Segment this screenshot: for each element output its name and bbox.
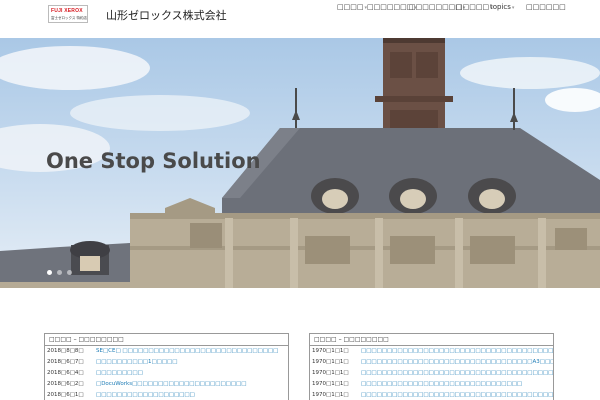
nav-item-topics[interactable]: topics▾ <box>490 3 514 11</box>
nav-item-4[interactable]: □□□□□▾ <box>456 3 493 11</box>
news-row: 2018□6□2□ □DocuWorks□□□□□□□□□□□□□□□□□□□□… <box>45 379 288 390</box>
news-link[interactable]: □DocuWorks□□□□□□□□□□□□□□□□□□□□□□ <box>96 379 246 390</box>
news-date: 1970□1□1□ <box>312 348 349 354</box>
site-header: FUJI XEROX 富士ゼロックス 特約店 山形ゼロックス株式会社 □□□□▾… <box>0 0 600 38</box>
news-link[interactable]: □□□□□□□□□ <box>96 368 143 379</box>
news-date: 2018□6□7□ <box>47 359 84 365</box>
news-row: 1970□1□1□ □□□□□□□□□□□□□□□□□□□□□□□□□□□□□□… <box>310 379 553 390</box>
news-row: 1970□1□1□ □□□□□□□□□□□□□□□□□□□□□□□□□□□□□□… <box>310 368 553 379</box>
news-link[interactable]: □□□□□□□□□□□□□□□□□□□□□□□□□□□□□□□ <box>361 379 522 390</box>
fuji-xerox-logo[interactable]: FUJI XEROX 富士ゼロックス 特約店 <box>48 5 88 23</box>
news-row: 1970□1□1□ □□□□□□□□□□□□□□□□□□□□□□□□□□□□□□… <box>310 390 553 400</box>
hero-slider: One Stop Solution <box>0 38 600 288</box>
chevron-down-icon: ▾ <box>511 5 515 11</box>
news-link[interactable]: □□□□□□□□□□□□□□□□□□□ <box>96 390 195 400</box>
news-date: 2018□6□1□ <box>47 392 84 398</box>
nav-item-6[interactable]: □□□□□□ <box>526 3 566 11</box>
news-date: 2018□6□4□ <box>47 370 84 376</box>
news-date: 1970□1□1□ <box>312 370 349 376</box>
logo-text: FUJI XEROX <box>51 8 83 14</box>
news-row: 2018□6□1□ □□□□□□□□□□□□□□□□□□□ <box>45 390 288 400</box>
news-date: 1970□1□1□ <box>312 392 349 398</box>
news-link[interactable]: SE□CE□ □□□□□□□□□□□□□□□□□□□□□□□□□□□□□□ <box>96 346 278 357</box>
news-link[interactable]: □□□□□□□□□□1□□□□□ <box>96 357 177 368</box>
news-panel-left: □□□□ – □□□□□□□□ 2018□8□8□ SE□CE□ □□□□□□□… <box>44 333 289 400</box>
news-link[interactable]: □□□□□□□□□□□□□□□□□□□□□□□□□□□□□□□□□A3□□□□□… <box>361 357 553 368</box>
news-panel-heading: □□□□ – □□□□□□□□ <box>310 334 553 346</box>
news-row: 2018□8□8□ SE□CE□ □□□□□□□□□□□□□□□□□□□□□□□… <box>45 346 288 357</box>
slider-dot-1[interactable] <box>47 270 52 275</box>
slider-dot-2[interactable] <box>57 270 62 275</box>
news-date: 1970□1□1□ <box>312 381 349 387</box>
company-name[interactable]: 山形ゼロックス株式会社 <box>106 7 227 23</box>
news-date: 2018□6□2□ <box>47 381 84 387</box>
news-link[interactable]: □□□□□□□□□□□□□□□□□□□□□□□□□□□□□□□□□□□□□□□□… <box>361 346 553 357</box>
news-date: 2018□8□8□ <box>47 348 84 354</box>
news-row: 2018□6□4□ □□□□□□□□□ <box>45 368 288 379</box>
news-panel-right: □□□□ – □□□□□□□□ 1970□1□1□ □□□□□□□□□□□□□□… <box>309 333 554 400</box>
news-link[interactable]: □□□□□□□□□□□□□□□□□□□□□□□□□□□□□□□□□□□□□□□□… <box>361 390 553 400</box>
news-row: 1970□1□1□ □□□□□□□□□□□□□□□□□□□□□□□□□□□□□□… <box>310 357 553 368</box>
slider-dot-3[interactable] <box>67 270 72 275</box>
news-date: 1970□1□1□ <box>312 359 349 365</box>
hero-title: One Stop Solution <box>46 149 261 173</box>
logo-subtext: 富士ゼロックス 特約店 <box>51 16 88 20</box>
news-row: 1970□1□1□ □□□□□□□□□□□□□□□□□□□□□□□□□□□□□□… <box>310 346 553 357</box>
news-panel-heading: □□□□ – □□□□□□□□ <box>45 334 288 346</box>
nav-item-1[interactable]: □□□□▾ <box>337 3 367 11</box>
news-link[interactable]: □□□□□□□□□□□□□□□□□□□□□□□□□□□□□□□□□□□□□□□□… <box>361 368 553 379</box>
news-row: 2018□6□7□ □□□□□□□□□□1□□□□□ <box>45 357 288 368</box>
